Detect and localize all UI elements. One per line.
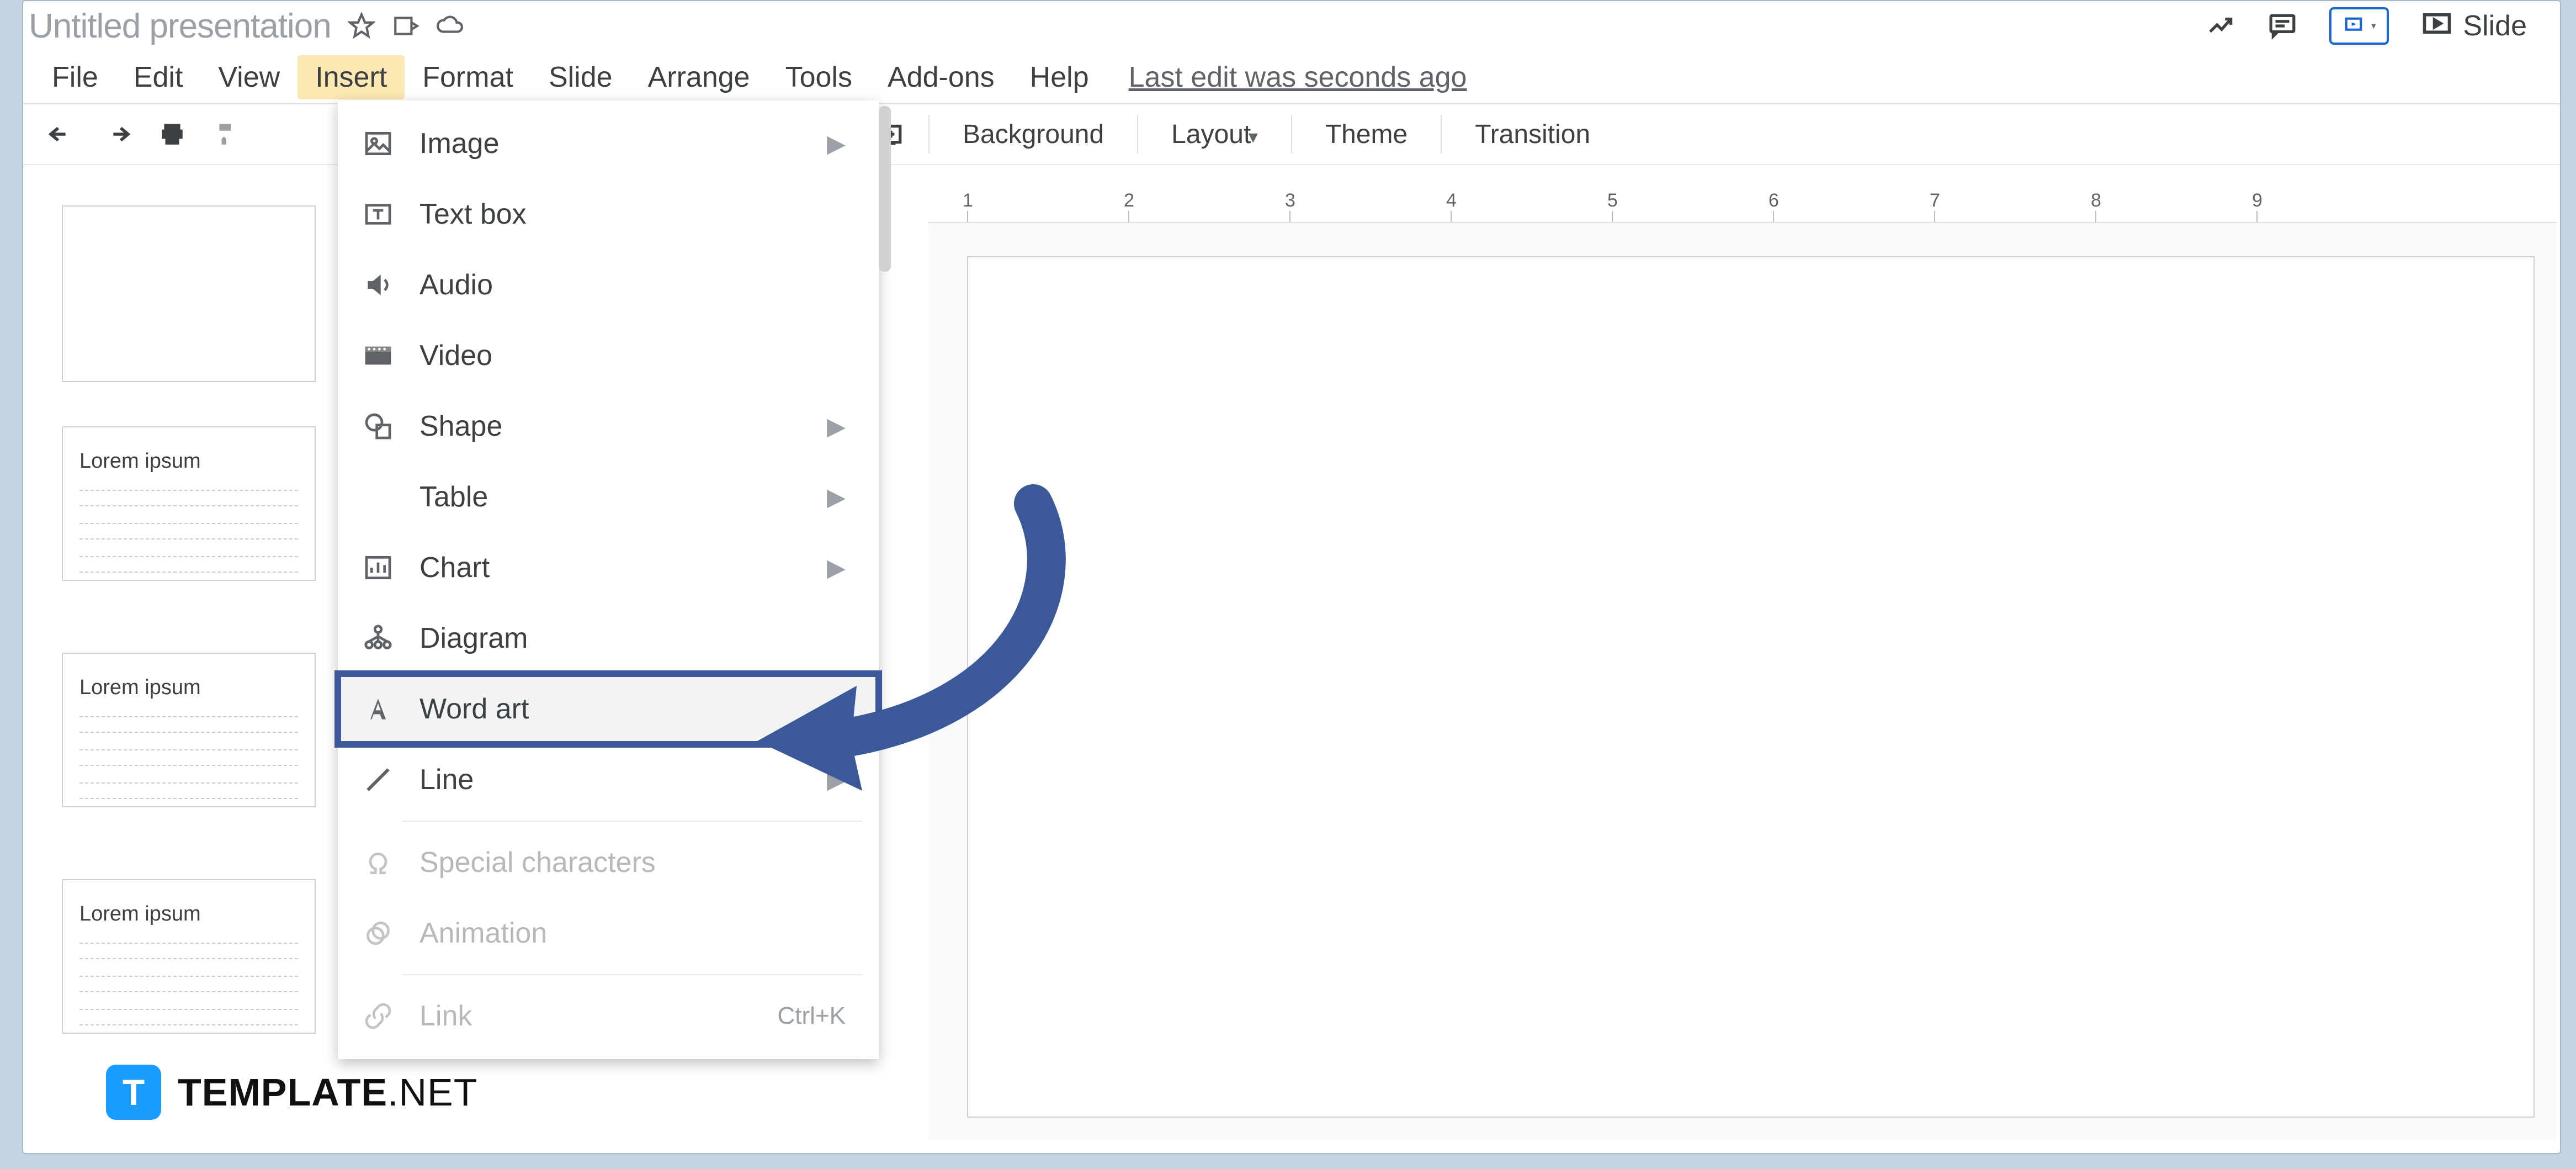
video-icon	[359, 336, 397, 375]
redo-icon[interactable]	[100, 118, 134, 151]
menu-arrange[interactable]: Arrange	[630, 55, 768, 99]
comment-icon[interactable]	[2269, 12, 2296, 40]
submenu-arrow-icon: ▶	[827, 412, 846, 441]
menu-addons[interactable]: Add-ons	[870, 55, 1012, 99]
undo-icon[interactable]	[45, 118, 78, 151]
submenu-arrow-icon: ▶	[827, 483, 846, 511]
insert-dropdown: Image ▶ Text box Audio Video Shape ▶ Tab…	[338, 100, 879, 1059]
submenu-arrow-icon: ▶	[827, 766, 846, 794]
dropdown-shape[interactable]: Shape ▶	[338, 391, 879, 462]
trend-icon[interactable]	[2208, 12, 2235, 40]
scrollbar[interactable]	[879, 106, 891, 272]
omega-icon	[359, 843, 397, 882]
slide-thumb-4[interactable]: Lorem ipsum	[62, 879, 316, 1034]
cloud-icon[interactable]	[436, 12, 464, 40]
link-icon	[359, 997, 397, 1035]
dropdown-diagram[interactable]: Diagram	[338, 603, 879, 674]
slideshow-button[interactable]: Slide	[2422, 9, 2527, 43]
dropdown-audio[interactable]: Audio	[338, 250, 879, 320]
dropdown-special-chars: Special characters	[338, 827, 879, 898]
submenu-arrow-icon: ▶	[827, 130, 846, 158]
menu-tools[interactable]: Tools	[768, 55, 870, 99]
transition-button[interactable]: Transition	[1464, 119, 1601, 150]
slide-thumb-2[interactable]: Lorem ipsum	[62, 426, 316, 581]
dropdown-line[interactable]: Line ▶	[338, 744, 879, 815]
canvas-area: 1 2 3 4 5 6 7 8 9	[928, 190, 2557, 1140]
line-icon	[359, 760, 397, 799]
dropdown-table[interactable]: Table ▶	[338, 462, 879, 532]
slide-canvas[interactable]	[967, 256, 2535, 1118]
menubar: File Edit View Insert Format Slide Arran…	[23, 51, 2560, 103]
textbox-icon	[359, 195, 397, 234]
audio-icon	[359, 266, 397, 304]
animation-icon	[359, 914, 397, 953]
slide-thumb-3[interactable]: Lorem ipsum	[62, 653, 316, 807]
slide-thumbnails: Lorem ipsum Lorem ipsum Lorem ipsum	[23, 189, 330, 1105]
document-title[interactable]: Untitled presentation	[29, 7, 331, 46]
template-badge-icon: T	[106, 1065, 161, 1120]
ruler: 1 2 3 4 5 6 7 8 9	[928, 190, 2557, 223]
layout-button[interactable]: Layout ▾	[1160, 119, 1269, 150]
shape-icon	[359, 407, 397, 446]
wordart-icon	[359, 690, 397, 728]
background-button[interactable]: Background	[952, 119, 1115, 150]
chevron-down-icon: ▾	[1243, 126, 1258, 147]
dropdown-video[interactable]: Video	[338, 320, 879, 391]
star-icon[interactable]	[348, 12, 375, 40]
move-icon[interactable]	[392, 12, 419, 40]
print-icon[interactable]	[156, 118, 189, 151]
menu-slide[interactable]: Slide	[531, 55, 630, 99]
dropdown-textbox[interactable]: Text box	[338, 179, 879, 250]
theme-button[interactable]: Theme	[1314, 119, 1419, 150]
dropdown-chart[interactable]: Chart ▶	[338, 532, 879, 603]
dropdown-animation: Animation	[338, 898, 879, 969]
image-icon	[359, 124, 397, 163]
shortcut-label: Ctrl+K	[778, 1002, 846, 1030]
chevron-down-icon: ▾	[2371, 20, 2376, 31]
submenu-arrow-icon: ▶	[827, 554, 846, 582]
slide-thumb-1[interactable]	[62, 205, 316, 382]
dropdown-link: Link Ctrl+K	[338, 981, 879, 1051]
menu-insert[interactable]: Insert	[298, 55, 405, 99]
present-button[interactable]: ▾	[2329, 7, 2389, 45]
last-edit-link[interactable]: Last edit was seconds ago	[1129, 61, 1467, 94]
menu-format[interactable]: Format	[405, 55, 531, 99]
diagram-icon	[359, 619, 397, 658]
menu-file[interactable]: File	[34, 55, 116, 99]
menu-edit[interactable]: Edit	[116, 55, 201, 99]
paint-format-icon[interactable]	[211, 118, 244, 151]
menu-help[interactable]: Help	[1012, 55, 1107, 99]
chart-icon	[359, 548, 397, 587]
dropdown-image[interactable]: Image ▶	[338, 108, 879, 179]
menu-view[interactable]: View	[200, 55, 298, 99]
watermark: T TEMPLATE.NET	[106, 1065, 477, 1120]
dropdown-wordart[interactable]: Word art	[338, 674, 879, 744]
slideshow-label: Slide	[2463, 9, 2527, 43]
